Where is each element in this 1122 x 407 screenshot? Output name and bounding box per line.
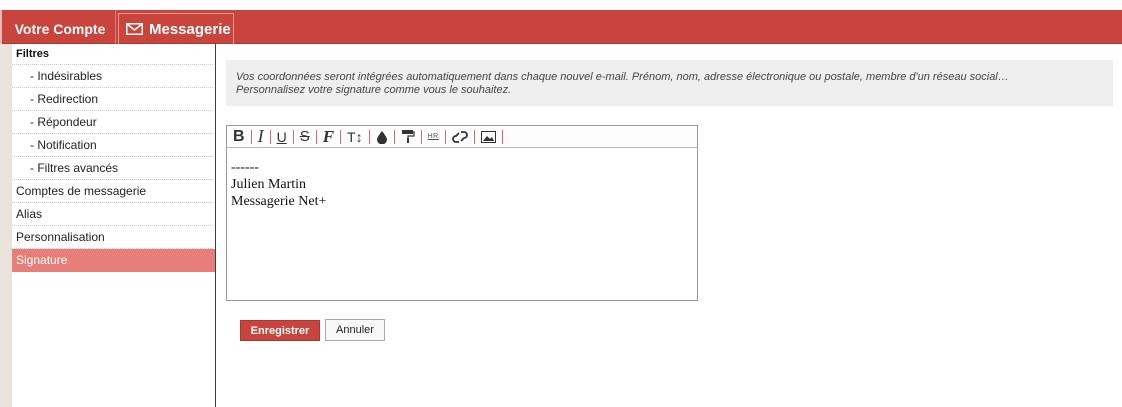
sidebar-item-filtres-avances[interactable]: - Filtres avancés [12, 157, 213, 180]
bold-icon[interactable]: B [231, 128, 247, 146]
tab-messagerie-label: Messagerie [149, 20, 231, 38]
toolbar-separator [420, 129, 422, 144]
paint-roller-icon[interactable] [399, 128, 417, 146]
link-icon[interactable] [450, 128, 470, 146]
toolbar-separator [393, 129, 395, 144]
sidebar-section-filtres: Filtres [12, 44, 213, 65]
sidebar-item-indesirables[interactable]: - Indésirables [12, 65, 213, 88]
horizontal-rule-icon[interactable]: HR [426, 128, 441, 146]
tab-votre-compte-label: Votre Compte [14, 21, 106, 37]
toolbar-separator [444, 129, 446, 144]
sidebar-item-personnalisation[interactable]: Personnalisation [12, 226, 213, 249]
info-text-line-1: Vos coordonnées seront intégrées automat… [236, 71, 1009, 83]
editor-toolbar: B I U S F T↕ HR [227, 126, 697, 148]
signature-text-area[interactable]: ------ Julien Martin Messagerie Net+ [227, 148, 697, 210]
sidebar-item-redirection[interactable]: - Redirection [12, 88, 213, 111]
toolbar-separator [473, 129, 475, 144]
font-family-icon[interactable]: F [321, 127, 336, 146]
signature-editor: B I U S F T↕ HR ------ Julien Martin Mes… [226, 125, 698, 301]
sidebar-item-comptes-de-messagerie[interactable]: Comptes de messagerie [12, 180, 213, 203]
toolbar-separator [250, 129, 252, 144]
toolbar-separator [368, 129, 370, 144]
toolbar-separator [315, 129, 317, 144]
image-icon[interactable] [479, 128, 498, 146]
strikethrough-icon[interactable]: S [298, 128, 312, 146]
sidebar: Filtres - Indésirables - Redirection - R… [12, 44, 216, 407]
save-button[interactable]: Enregistrer [240, 320, 320, 341]
signature-separator-line: ------ [231, 160, 259, 175]
signature-info-box: Vos coordonnées seront intégrées automat… [226, 60, 1113, 106]
underline-icon[interactable]: U [275, 128, 289, 146]
text-color-icon[interactable] [374, 128, 390, 146]
toolbar-separator [501, 129, 503, 144]
signature-name-line: Julien Martin [231, 177, 307, 192]
info-text-line-2: Personnalisez votre signature comme vous… [236, 84, 512, 96]
sidebar-background-strip [0, 44, 12, 407]
cancel-button[interactable]: Annuler [325, 319, 385, 341]
envelope-icon [126, 23, 143, 35]
toolbar-separator [292, 129, 294, 144]
tab-messagerie[interactable]: Messagerie [118, 13, 234, 44]
toolbar-separator [269, 129, 271, 144]
tab-votre-compte[interactable]: Votre Compte [8, 14, 112, 44]
sidebar-item-signature[interactable]: Signature [12, 249, 215, 272]
signature-company-line: Messagerie Net+ [231, 194, 327, 209]
tab-divider [115, 10, 116, 44]
sidebar-item-repondeur[interactable]: - Répondeur [12, 111, 213, 134]
italic-icon[interactable]: I [256, 126, 266, 146]
top-strip [0, 0, 1122, 10]
topbar-edge [0, 10, 2, 44]
toolbar-separator [340, 129, 342, 144]
sidebar-item-notification[interactable]: - Notification [12, 134, 213, 157]
sidebar-item-alias[interactable]: Alias [12, 203, 213, 226]
font-size-icon[interactable]: T↕ [345, 128, 365, 146]
